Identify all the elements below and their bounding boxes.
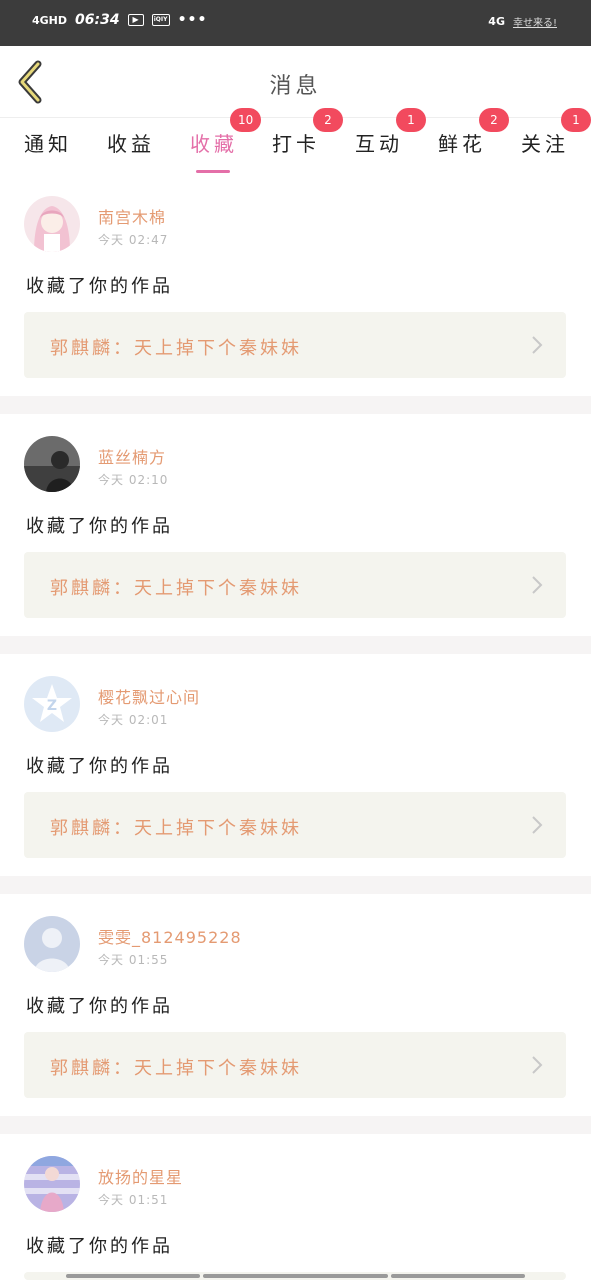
- network-indicator: 4G: [488, 15, 505, 28]
- signal-indicator: 4GHD: [32, 13, 68, 27]
- timestamp: 今天 01:55: [98, 953, 169, 967]
- divider: [0, 396, 591, 414]
- girl-photo-avatar[interactable]: [24, 1156, 80, 1212]
- tab-interactions[interactable]: 互动: [355, 128, 403, 168]
- work-title: 郭麒麟：天上掉下个秦妹妹: [50, 578, 302, 599]
- action-text: 收藏了你的作品: [26, 1236, 173, 1257]
- interactions-count-badge: 1: [396, 108, 426, 132]
- chevron-right-icon: [532, 336, 543, 354]
- message-card: 南宫木棉 今天 02:47 收藏了你的作品 郭麒麟：天上掉下个秦妹妹: [0, 174, 591, 396]
- app-header: 消息: [0, 46, 591, 118]
- chevron-right-icon: [532, 576, 543, 594]
- default-person-avatar[interactable]: [24, 916, 80, 972]
- scroll-indicator: [66, 1274, 200, 1278]
- timestamp: 今天 02:10: [98, 473, 169, 487]
- action-text: 收藏了你的作品: [26, 516, 173, 537]
- message-card: Z 樱花飘过心间 今天 02:01 收藏了你的作品 郭麒麟：天上掉下个秦妹妹: [0, 654, 591, 876]
- chevron-right-icon: [532, 816, 543, 834]
- message-card: 蓝丝楠方 今天 02:10 收藏了你的作品 郭麒麟：天上掉下个秦妹妹: [0, 414, 591, 636]
- scroll-indicator: [391, 1274, 525, 1278]
- clock: 06:34: [75, 12, 120, 28]
- follows-count-badge: 1: [561, 108, 591, 132]
- divider: [0, 636, 591, 654]
- iqiyi-app-icon: iQIY: [151, 14, 170, 26]
- timestamp: 今天 02:01: [98, 713, 169, 727]
- work-link[interactable]: 郭麒麟：天上掉下个秦妹妹: [24, 312, 566, 378]
- svg-text:Z: Z: [47, 698, 57, 714]
- message-card: 雯雯_812495228 今天 01:55 收藏了你的作品 郭麒麟：天上掉下个秦…: [0, 894, 591, 1116]
- anime-girl-avatar[interactable]: [24, 196, 80, 252]
- chevron-right-icon: [532, 1056, 543, 1074]
- page-title: 消息: [269, 74, 322, 99]
- divider: [0, 876, 591, 894]
- username[interactable]: 放扬的星星: [98, 1164, 183, 1188]
- message-card: 放扬的星星 今天 01:51 收藏了你的作品: [0, 1134, 591, 1280]
- favorites-count-badge: 10: [230, 108, 262, 132]
- username[interactable]: 雯雯_812495228: [98, 924, 242, 948]
- dark-photo-avatar[interactable]: [24, 436, 80, 492]
- carrier-label: 幸せ来る!: [512, 18, 557, 29]
- work-link[interactable]: 郭麒麟：天上掉下个秦妹妹: [24, 792, 566, 858]
- timestamp: 今天 02:47: [98, 233, 169, 247]
- video-app-icon: ▶: [127, 14, 144, 26]
- qzone-star-avatar[interactable]: Z: [24, 676, 80, 732]
- tab-favorites[interactable]: 收藏: [190, 128, 238, 173]
- flowers-count-badge: 2: [479, 108, 509, 132]
- username[interactable]: 蓝丝楠方: [98, 444, 166, 468]
- username[interactable]: 南宫木棉: [98, 204, 166, 228]
- work-title: 郭麒麟：天上掉下个秦妹妹: [50, 338, 302, 359]
- divider: [0, 1116, 591, 1134]
- tab-notifications[interactable]: 通知: [24, 128, 72, 168]
- tab-follows[interactable]: 关注: [521, 128, 569, 168]
- scroll-indicator: [203, 1274, 388, 1278]
- active-tab-indicator: [196, 170, 230, 173]
- timestamp: 今天 01:51: [98, 1193, 169, 1207]
- tab-earnings[interactable]: 收益: [107, 128, 155, 168]
- action-text: 收藏了你的作品: [26, 276, 173, 297]
- work-title: 郭麒麟：天上掉下个秦妹妹: [50, 818, 302, 839]
- username[interactable]: 樱花飘过心间: [98, 684, 200, 708]
- tab-flowers[interactable]: 鲜花: [438, 128, 486, 168]
- more-notifications-icon: •••: [177, 12, 208, 28]
- checkin-count-badge: 2: [313, 108, 343, 132]
- work-link[interactable]: 郭麒麟：天上掉下个秦妹妹: [24, 552, 566, 618]
- action-text: 收藏了你的作品: [26, 756, 173, 777]
- work-title: 郭麒麟：天上掉下个秦妹妹: [50, 1058, 302, 1079]
- status-bar: 4GHD 06:34 ▶ iQIY ••• 4G 幸せ来る!: [0, 0, 591, 46]
- action-text: 收藏了你的作品: [26, 996, 173, 1017]
- work-link[interactable]: 郭麒麟：天上掉下个秦妹妹: [24, 1032, 566, 1098]
- tab-checkin[interactable]: 打卡: [272, 128, 320, 168]
